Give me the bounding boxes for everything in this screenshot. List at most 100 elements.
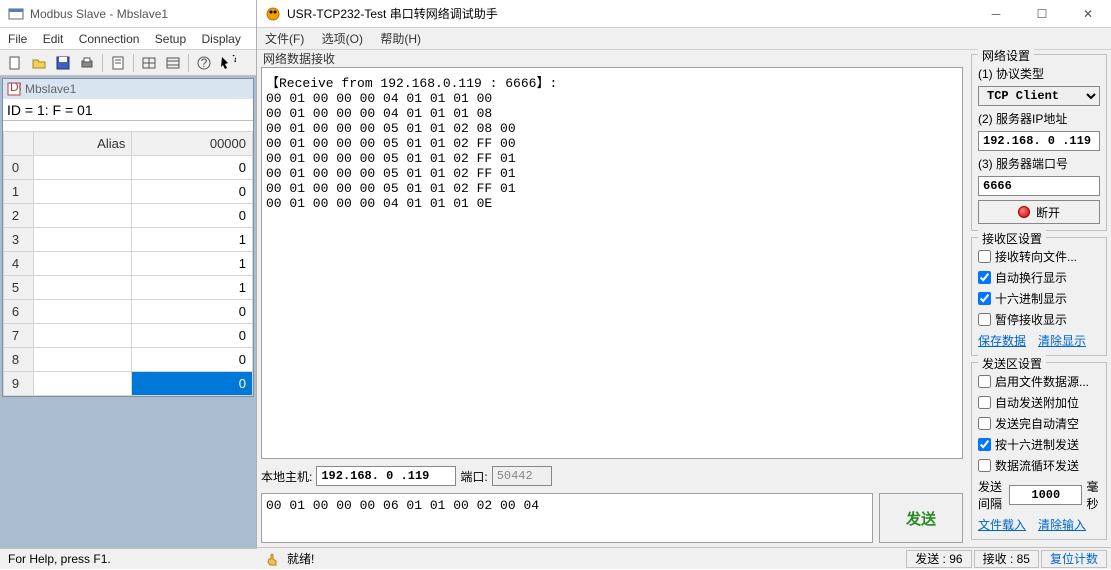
auto-append-checkbox[interactable]: 自动发送附加位	[978, 394, 1100, 411]
row-index[interactable]: 4	[4, 252, 34, 276]
receive-textarea[interactable]: 【Receive from 192.168.0.119 : 6666】: 00 …	[261, 67, 963, 459]
menu-display[interactable]: Display	[201, 32, 240, 46]
register-table[interactable]: Alias 00000 00102031415160708090	[3, 131, 253, 396]
table-row[interactable]: 31	[4, 228, 253, 252]
server-ip-input[interactable]	[978, 131, 1100, 151]
new-icon[interactable]	[4, 52, 26, 74]
row-index[interactable]: 7	[4, 324, 34, 348]
auto-wrap-checkbox[interactable]: 自动换行显示	[978, 269, 1100, 286]
interval-input[interactable]	[1009, 485, 1082, 505]
status-bar: 就绪! 发送 : 96 接收 : 85 复位计数	[257, 547, 1111, 569]
save-icon[interactable]	[52, 52, 74, 74]
table-row[interactable]: 41	[4, 252, 253, 276]
menu-file[interactable]: File	[8, 32, 27, 46]
cell-alias[interactable]	[34, 228, 132, 252]
cell-value[interactable]: 0	[132, 300, 253, 324]
loop-send-checkbox[interactable]: 数据流循环发送	[978, 457, 1100, 474]
hex-send-checkbox[interactable]: 按十六进制发送	[978, 436, 1100, 453]
col-header-alias[interactable]: Alias	[34, 132, 132, 156]
send-button[interactable]: 发送	[879, 493, 963, 543]
send-textarea[interactable]: 00 01 00 00 00 06 01 01 00 02 00 04	[261, 493, 873, 543]
cell-alias[interactable]	[34, 348, 132, 372]
file-source-checkbox[interactable]: 启用文件数据源...	[978, 373, 1100, 390]
doc-title-bar: DOC Mbslave1	[3, 79, 253, 99]
table-row[interactable]: 10	[4, 180, 253, 204]
menu-file[interactable]: 文件(F)	[265, 32, 304, 46]
menu-connection[interactable]: Connection	[79, 32, 140, 46]
app-icon	[8, 6, 24, 22]
local-host-input[interactable]	[316, 466, 456, 486]
minimize-icon[interactable]: ─	[973, 0, 1019, 28]
table-row[interactable]: 51	[4, 276, 253, 300]
table-row[interactable]: 70	[4, 324, 253, 348]
table-row[interactable]: 80	[4, 348, 253, 372]
cell-value[interactable]: 1	[132, 252, 253, 276]
menu-options[interactable]: 选项(O)	[322, 32, 363, 46]
menu-help[interactable]: 帮助(H)	[380, 32, 421, 46]
cell-alias[interactable]	[34, 300, 132, 324]
maximize-icon[interactable]: ☐	[1019, 0, 1065, 28]
grid1-icon[interactable]	[138, 52, 160, 74]
row-index[interactable]: 3	[4, 228, 34, 252]
svg-text:?: ?	[232, 55, 236, 65]
close-icon[interactable]: ✕	[1065, 0, 1111, 28]
grid2-icon[interactable]	[162, 52, 184, 74]
doc-title: Mbslave1	[25, 79, 76, 99]
protocol-select[interactable]: TCP Client	[978, 86, 1100, 106]
recv-to-file-checkbox[interactable]: 接收转向文件...	[978, 248, 1100, 265]
tx-counter: 发送 : 96	[906, 550, 971, 568]
auto-clear-checkbox[interactable]: 发送完自动清空	[978, 415, 1100, 432]
cell-value[interactable]: 1	[132, 276, 253, 300]
tcp-test-window: USR-TCP232-Test 串口转网络调试助手 ─ ☐ ✕ 文件(F) 选项…	[257, 0, 1111, 569]
table-row[interactable]: 90	[4, 372, 253, 396]
col-header-value[interactable]: 00000	[132, 132, 253, 156]
cell-alias[interactable]	[34, 156, 132, 180]
help-icon[interactable]: ?	[193, 52, 215, 74]
local-port-input[interactable]	[492, 466, 552, 486]
disconnect-button[interactable]: 断开	[978, 200, 1100, 224]
cell-value[interactable]: 0	[132, 324, 253, 348]
cell-alias[interactable]	[34, 324, 132, 348]
menu-bar: File Edit Connection Setup Display	[0, 28, 256, 50]
reset-counter-button[interactable]: 复位计数	[1041, 550, 1107, 568]
cell-value[interactable]: 0	[132, 348, 253, 372]
cell-value[interactable]: 1	[132, 228, 253, 252]
table-row[interactable]: 20	[4, 204, 253, 228]
cell-alias[interactable]	[34, 204, 132, 228]
row-index[interactable]: 8	[4, 348, 34, 372]
pause-recv-checkbox[interactable]: 暂停接收显示	[978, 311, 1100, 328]
save-data-link[interactable]: 保存数据	[978, 332, 1026, 349]
load-file-link[interactable]: 文件载入	[978, 516, 1026, 533]
print-icon[interactable]	[76, 52, 98, 74]
context-help-icon[interactable]: ?	[217, 52, 239, 74]
clear-input-link[interactable]: 清除输入	[1038, 516, 1086, 533]
menu-edit[interactable]: Edit	[43, 32, 64, 46]
row-index[interactable]: 1	[4, 180, 34, 204]
row-index[interactable]: 5	[4, 276, 34, 300]
cell-value[interactable]: 0	[132, 180, 253, 204]
row-index[interactable]: 6	[4, 300, 34, 324]
rx-counter: 接收 : 85	[974, 550, 1039, 568]
menu-setup[interactable]: Setup	[155, 32, 186, 46]
row-index[interactable]: 9	[4, 372, 34, 396]
hex-display-checkbox[interactable]: 十六进制显示	[978, 290, 1100, 307]
row-index[interactable]: 0	[4, 156, 34, 180]
server-port-input[interactable]	[978, 176, 1100, 196]
open-icon[interactable]	[28, 52, 50, 74]
cell-value[interactable]: 0	[132, 204, 253, 228]
clear-display-link[interactable]: 清除显示	[1038, 332, 1086, 349]
cell-alias[interactable]	[34, 372, 132, 396]
cell-alias[interactable]	[34, 180, 132, 204]
send-settings-panel: 发送区设置 启用文件数据源... 自动发送附加位 发送完自动清空 按十六进制发送…	[971, 362, 1107, 540]
recv-area-label: 网络数据接收	[261, 50, 963, 67]
row-index[interactable]: 2	[4, 204, 34, 228]
cell-alias[interactable]	[34, 276, 132, 300]
cell-alias[interactable]	[34, 252, 132, 276]
doc-icon[interactable]	[107, 52, 129, 74]
cell-value[interactable]: 0	[132, 156, 253, 180]
ip-label: (2) 服务器IP地址	[978, 110, 1100, 127]
port-label: (3) 服务器端口号	[978, 155, 1100, 172]
cell-value[interactable]: 0	[132, 372, 253, 396]
table-row[interactable]: 60	[4, 300, 253, 324]
table-row[interactable]: 00	[4, 156, 253, 180]
